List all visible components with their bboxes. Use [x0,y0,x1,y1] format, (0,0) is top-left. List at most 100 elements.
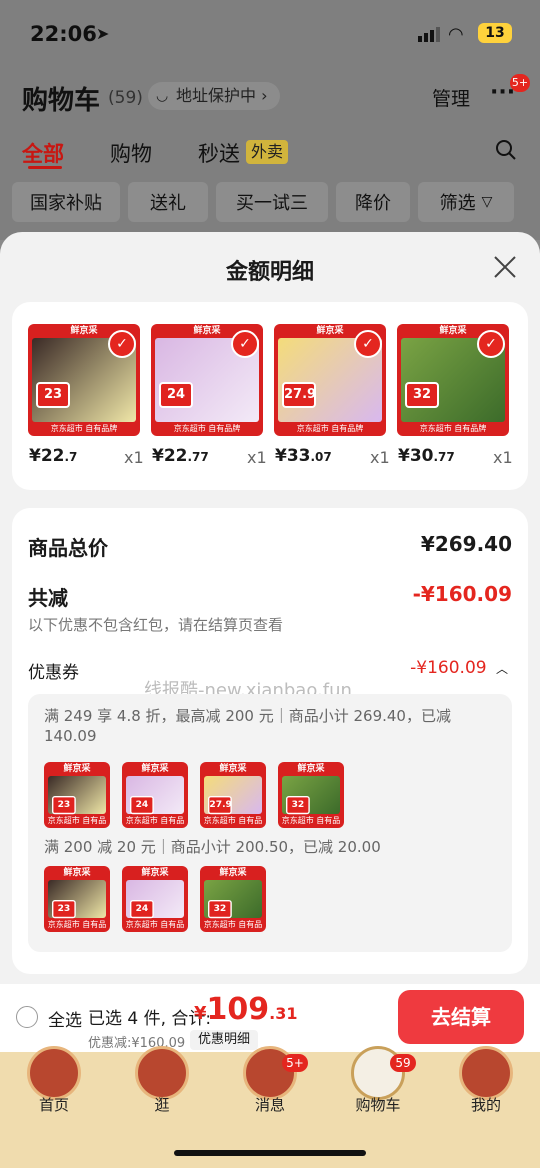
product-thumbnail-rule2: 鲜京采 24京东超市 自有品牌 [122,866,188,932]
product-quantity: x1 [370,448,390,467]
price-tag: 27.9 [208,796,232,815]
address-protection-button[interactable]: ◡ 地址保护中 › [148,82,280,110]
close-icon[interactable] [492,254,518,280]
product-thumbnail-rule2: 鲜京采 32京东超市 自有品牌 [200,866,266,932]
brand-footer: 京东超市 自有品牌 [173,424,241,433]
funnel-icon: ▽ [481,194,493,210]
checkout-bar: 全选 已选 4 件, 合计: ¥109.31 优惠减:¥160.09 优惠明细 … [0,984,540,1052]
product-price: ¥33.07 [275,446,332,466]
product-price: ¥30.77 [398,446,455,466]
brand-footer: 京东超市 自有品牌 [419,424,487,433]
product-quantity: x1 [493,448,513,467]
wifi-icon: ◠ [448,24,464,45]
coupon-rule-1: 满 249 享 4.8 折，最高减 200 元｜商品小计 269.40，已减 1… [44,707,451,745]
filter-label: 筛选 [439,193,476,214]
reduce-note: 以下优惠不包含红包，请在结算页查看 [28,616,284,634]
total-symbol: ¥ [194,1003,207,1024]
status-time: 22:06 [30,22,97,46]
filter-button[interactable]: 筛选 ▽ [418,182,514,222]
product-quantity: x1 [124,448,144,467]
nav-cart-badge: 59 [390,1054,416,1072]
brand-label: 鲜京采 [141,868,169,878]
cart-page-background: 22:06 ➤ ◠ 13 购物车 (59) ◡ 地址保护中 › 管理 ··· 5… [0,0,540,240]
selected-check-icon[interactable]: ✓ [231,330,259,358]
brand-footer: 京东超市 自有品牌 [125,920,185,929]
brand-footer: 京东超市 自有品牌 [203,920,263,929]
reduce-value: -¥160.09 [412,582,512,606]
product-thumbnail-rule1: 鲜京采 32京东超市 自有品牌 [278,762,344,828]
search-icon[interactable] [496,140,516,160]
discount-detail-button[interactable]: 优惠明细 [190,1030,259,1050]
brand-footer: 京东超市 自有品牌 [281,816,341,825]
profile-icon [459,1046,513,1100]
price-tag: 23 [52,796,76,815]
active-tab-indicator [28,166,62,169]
price-detail-card: 商品总价 ¥269.40 共减 -¥160.09 以下优惠不包含红包，请在结算页… [12,508,528,974]
location-arrow-icon: ➤ [96,24,110,43]
product-price: ¥22.77 [152,446,209,466]
filter-gift[interactable]: 送礼 [128,182,208,222]
selected-check-icon[interactable]: ✓ [354,330,382,358]
brand-footer: 京东超市 自有品牌 [47,920,107,929]
sheet-title: 金额明细 [225,260,314,285]
address-protection-label: 地址保护中 › [176,86,268,105]
tab-all[interactable]: 全部 [22,138,64,168]
nav-cart[interactable]: 购物车 [338,1094,418,1115]
checkout-button[interactable]: 去结算 [398,990,524,1044]
price-tag: 24 [159,382,193,408]
takeout-badge: 外卖 [246,140,289,164]
brand-footer: 京东超市 自有品牌 [296,424,364,433]
manage-button[interactable]: 管理 [432,84,470,111]
product-thumbnail-rule1: 鲜京采 27.9京东超市 自有品牌 [200,762,266,828]
selected-check-icon[interactable]: ✓ [477,330,505,358]
explore-icon [135,1046,189,1100]
brand-label: 鲜京采 [297,764,325,774]
total-value: ¥269.40 [420,532,512,556]
selected-check-icon[interactable]: ✓ [108,330,136,358]
shield-icon: ◡ [156,88,169,104]
filter-price-drop[interactable]: 降价 [336,182,410,222]
select-all-label: 全选 [48,1011,82,1031]
brand-footer: 京东超市 自有品牌 [50,424,118,433]
home-icon [27,1046,81,1100]
price-tag: 27.9 [282,382,316,408]
filter-try-three[interactable]: 买一试三 [216,182,328,222]
price-tag: 32 [286,796,310,815]
price-tag: 23 [52,900,76,919]
checkout-total: ¥109.31 [194,992,298,1027]
nav-profile[interactable]: 我的 [446,1094,526,1115]
coupon-label: 优惠券 [28,663,79,683]
chevron-up-icon: ︿ [495,662,508,676]
product-thumbnail-rule2: 鲜京采 23京东超市 自有品牌 [44,866,110,932]
price-tag: 24 [130,900,154,919]
price-tag: 24 [130,796,154,815]
home-indicator [174,1150,366,1156]
brand-label: 鲜京采 [219,868,247,878]
coupon-value: -¥160.09 [410,658,487,678]
select-all-checkbox[interactable] [16,1006,38,1028]
brand-label: 鲜京采 [63,764,91,774]
tab-express[interactable]: 秒送 [198,138,240,168]
total-integer: 109 [206,992,270,1027]
reduce-label: 共减 [28,586,68,610]
product-summary-card: 鲜京采 23 京东超市 自有品牌 ✓ ¥22.7 x1 鲜京采 24 京东超市 自有品牌 ✓ ¥22… [12,302,528,490]
checkout-summary: 已选 4 件, 合计: [88,1009,212,1029]
brand-footer: 京东超市 自有品牌 [47,816,107,825]
nav-home[interactable]: 首页 [14,1094,94,1115]
product-thumbnail-rule1: 鲜京采 23京东超市 自有品牌 [44,762,110,828]
more-badge: 5+ [510,74,530,92]
nav-explore[interactable]: 逛 [122,1094,202,1115]
tab-shopping[interactable]: 购物 [110,138,152,168]
price-tag: 32 [405,382,439,408]
coupon-toggle[interactable]: -¥160.09 ︿ [410,658,508,678]
total-decimal: .31 [269,1004,298,1023]
nav-messages[interactable]: 消息 [230,1094,310,1115]
brand-footer: 京东超市 自有品牌 [125,816,185,825]
product-quantity: x1 [247,448,267,467]
nav-messages-badge: 5+ [282,1054,308,1072]
filter-national-subsidy[interactable]: 国家补贴 [12,182,120,222]
price-tag: 23 [36,382,70,408]
brand-label: 鲜京采 [63,868,91,878]
cart-count: (59) [108,88,143,108]
coupon-detail-box: 满 249 享 4.8 折，最高减 200 元｜商品小计 269.40，已减 1… [28,694,512,952]
